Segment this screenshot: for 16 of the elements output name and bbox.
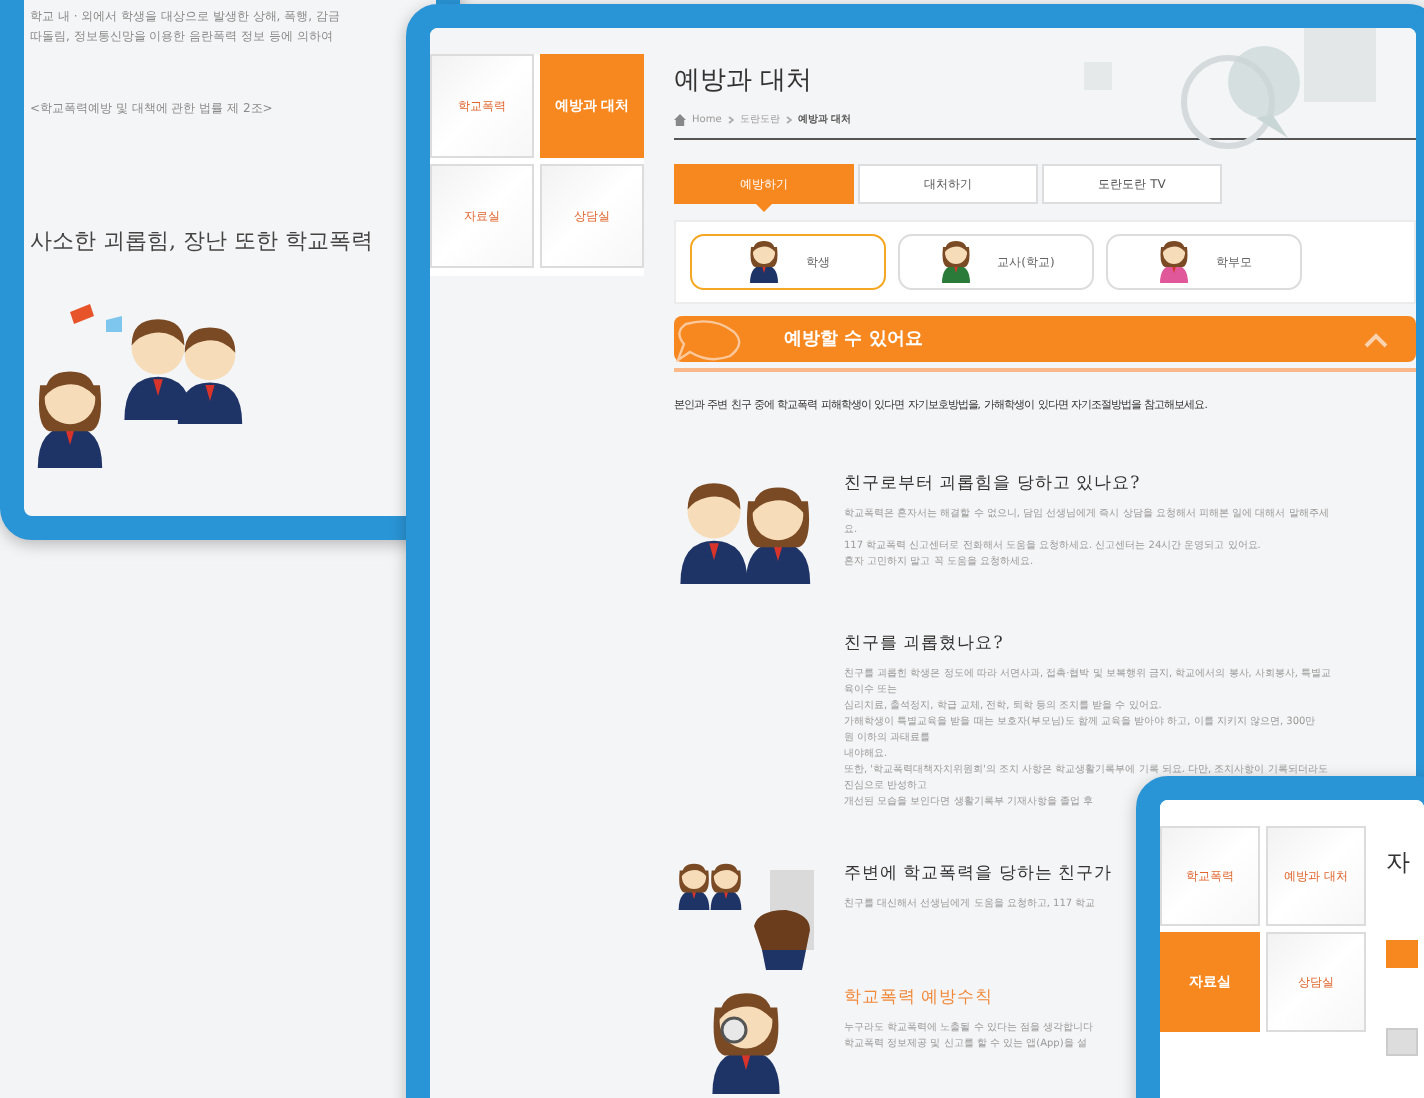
person-avatar-icon [1156, 240, 1192, 284]
person-avatar-icon [937, 240, 974, 284]
section-banner[interactable]: 예방할 수 있어요 [674, 316, 1416, 362]
chevron-icon [785, 115, 792, 123]
panel-strip [1386, 1028, 1418, 1056]
headline: 사소한 괴롭힘, 장난 또한 학교폭력 [30, 226, 375, 256]
person-avatar-icon [746, 240, 782, 284]
chevron-icon [727, 115, 734, 123]
page-title: 자 [1386, 846, 1412, 880]
section-heading: 친구로부터 괴롭힘을 당하고 있나요? [844, 472, 1140, 496]
section-heading: 학교폭력 예방수칙 [844, 986, 994, 1010]
home-icon [674, 113, 686, 125]
tab[interactable] [1386, 940, 1418, 968]
section-heading: 친구를 괴롭혔나요? [844, 632, 1003, 656]
page-title: 예방과 대처 [674, 64, 815, 98]
section-heading: 주변에 학교폭력을 당하는 친구가 [844, 862, 1113, 886]
